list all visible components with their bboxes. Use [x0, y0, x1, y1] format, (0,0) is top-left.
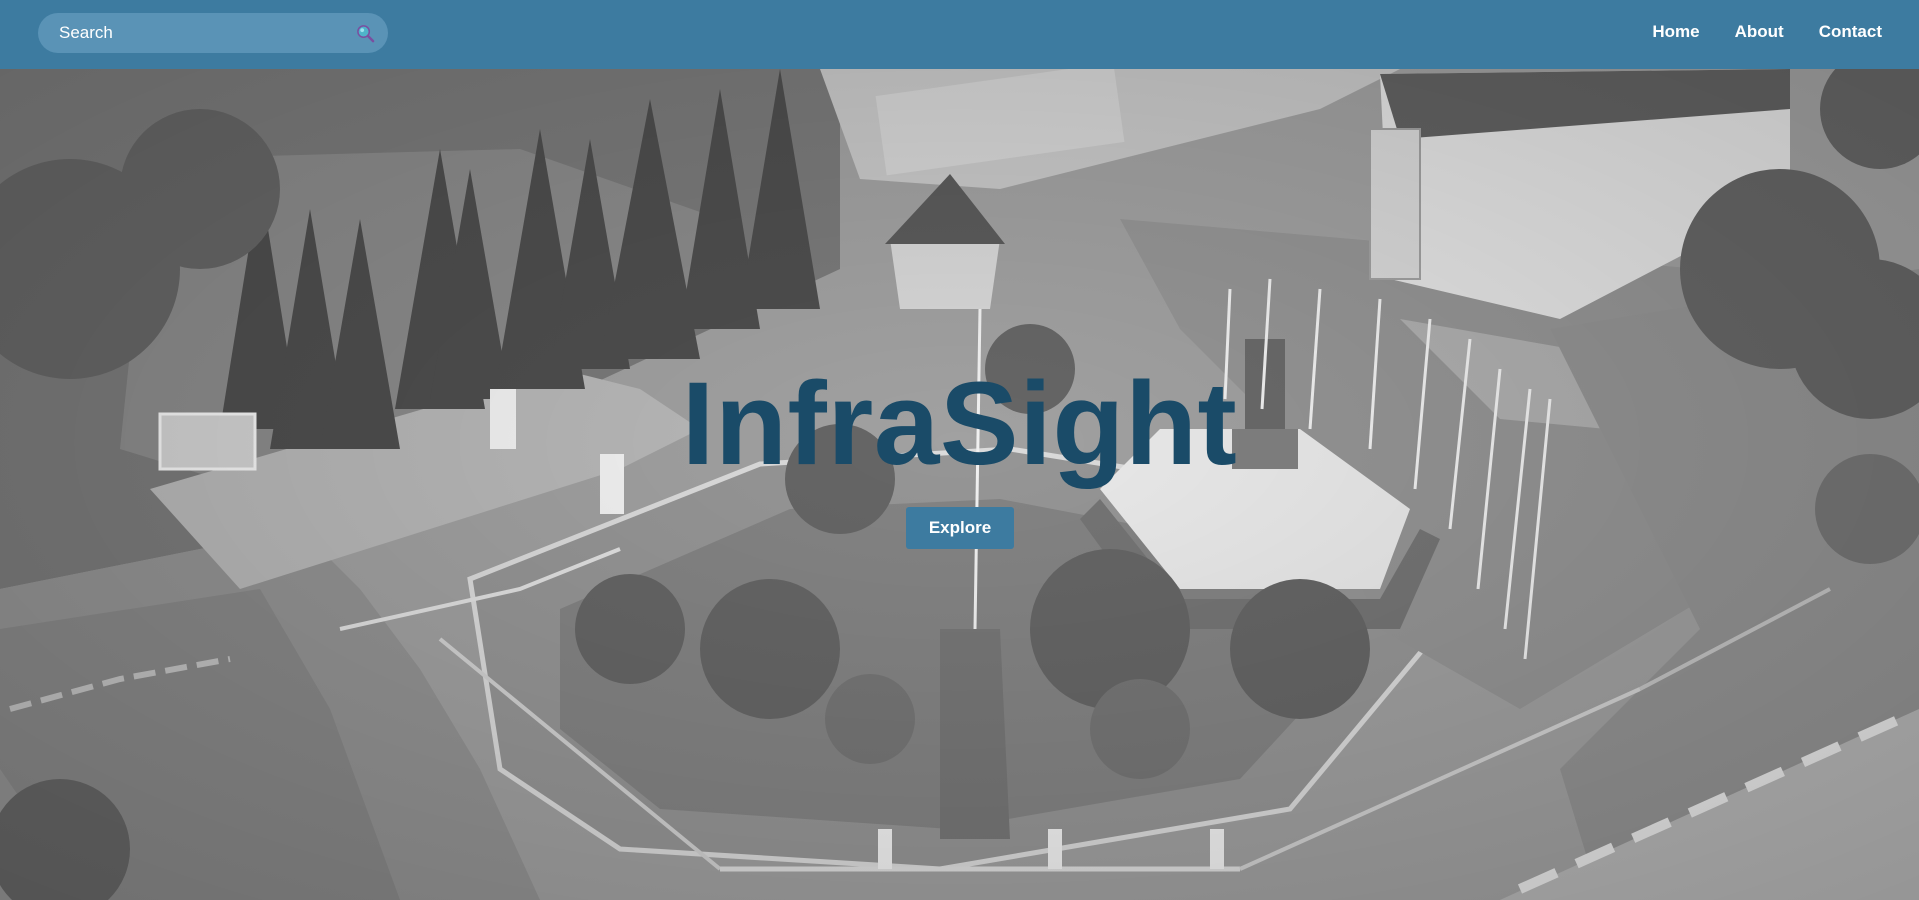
nav-contact-link[interactable]: Contact: [1819, 22, 1882, 42]
hero-title: InfraSight: [681, 358, 1238, 490]
main-nav: Home About Contact: [1617, 0, 1882, 63]
hero-section: InfraSight Explore: [0, 69, 1919, 900]
explore-button[interactable]: Explore: [906, 507, 1014, 549]
search-box: [38, 13, 388, 53]
top-navbar: Home About Contact: [0, 0, 1919, 69]
search-icon[interactable]: [356, 24, 375, 43]
search-input[interactable]: [38, 13, 348, 53]
nav-home-link[interactable]: Home: [1652, 22, 1699, 42]
nav-about-link[interactable]: About: [1735, 22, 1784, 42]
